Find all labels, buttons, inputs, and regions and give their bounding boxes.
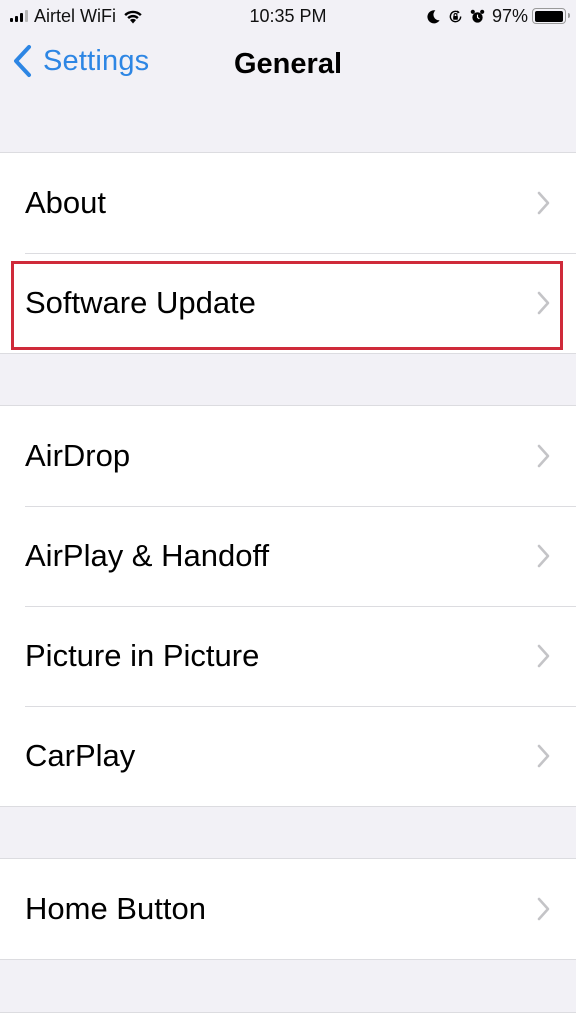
chevron-right-icon xyxy=(537,291,550,315)
row-airplay-handoff[interactable]: AirPlay & Handoff xyxy=(0,506,576,606)
chevron-right-icon xyxy=(537,644,550,668)
page-title: General xyxy=(0,48,576,81)
navigation-bar: Settings General xyxy=(0,34,576,94)
settings-group-4-partial xyxy=(0,1012,576,1024)
alarm-icon xyxy=(470,9,485,23)
chevron-right-icon xyxy=(537,444,550,468)
battery-percent: 97% xyxy=(491,5,528,26)
chevron-right-icon xyxy=(537,744,550,768)
row-software-update[interactable]: Software Update xyxy=(0,253,576,353)
row-label: AirPlay & Handoff xyxy=(25,538,270,573)
row-label: Software Update xyxy=(25,285,256,320)
settings-group-2: AirDrop AirPlay & Handoff Picture in Pic… xyxy=(0,405,576,807)
chevron-right-icon xyxy=(537,191,550,215)
row-label: AirDrop xyxy=(25,438,131,473)
page-title-text: General xyxy=(234,48,342,80)
orientation-lock-icon xyxy=(449,9,462,22)
row-picture-in-picture[interactable]: Picture in Picture xyxy=(0,606,576,706)
battery-fill xyxy=(534,10,563,22)
row-label: CarPlay xyxy=(25,738,136,773)
row-label: Home Button xyxy=(25,891,206,926)
row-label: About xyxy=(25,185,107,220)
status-bar: Airtel WiFi 10:35 PM 97% xyxy=(0,0,576,34)
chevron-right-icon xyxy=(537,897,550,921)
row-airdrop[interactable]: AirDrop xyxy=(0,406,576,506)
row-about[interactable]: About xyxy=(0,153,576,253)
battery-icon xyxy=(532,8,570,24)
row-carplay[interactable]: CarPlay xyxy=(0,706,576,806)
moon-icon xyxy=(427,9,440,23)
settings-group-3: Home Button xyxy=(0,858,576,960)
chevron-right-icon xyxy=(537,544,550,568)
row-label: Picture in Picture xyxy=(25,638,260,673)
status-right: 97% xyxy=(426,5,570,27)
settings-group-1: About Software Update xyxy=(0,152,576,354)
row-home-button[interactable]: Home Button xyxy=(0,859,576,959)
